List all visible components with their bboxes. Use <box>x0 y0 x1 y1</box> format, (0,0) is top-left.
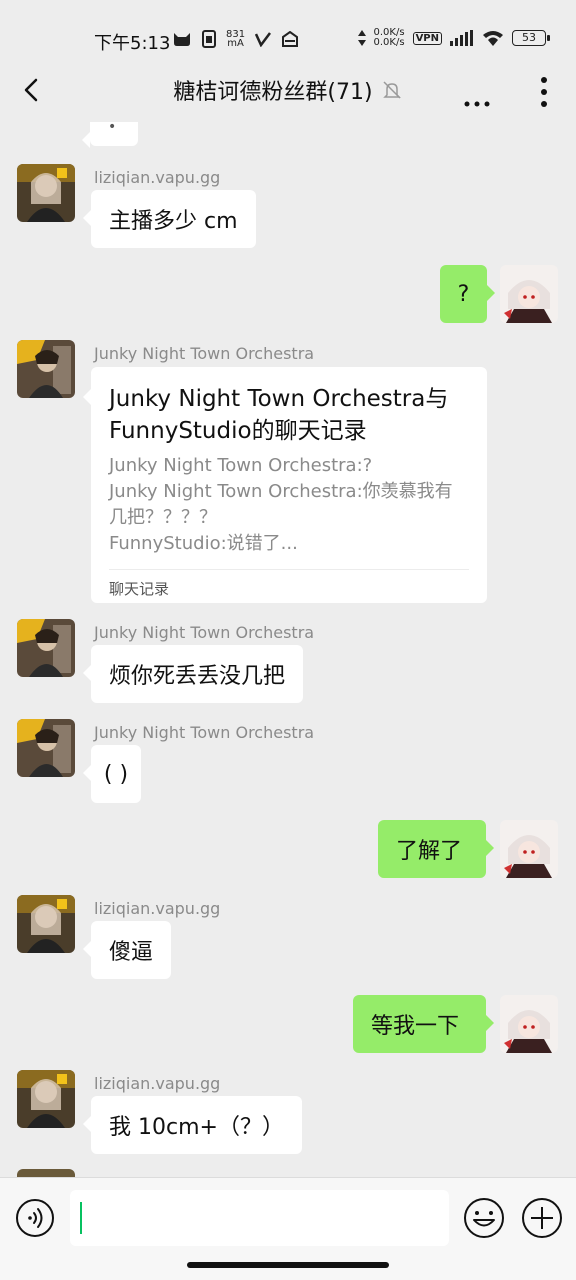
avatar[interactable] <box>17 1070 75 1128</box>
vertical-dots-icon <box>541 77 547 107</box>
message-text: ? <box>457 281 470 307</box>
status-time: 下午5:13 <box>94 33 171 54</box>
sender-name: liziqian.vapu.gg <box>94 1074 221 1093</box>
chat-title-inner: 糖桔诃德粉丝群(71) <box>173 74 402 106</box>
my-avatar[interactable] <box>500 995 558 1053</box>
card-title: Junky Night Town Orchestra与FunnyStudio的聊… <box>109 386 449 444</box>
vpn-badge: VPN <box>412 31 442 45</box>
message-row: 等我一下 <box>0 995 576 1055</box>
message-bubble[interactable]: 主播多少 cm <box>83 190 256 248</box>
message-row: liziqian.vapu.gg 傻逼 <box>0 895 576 985</box>
avatar[interactable] <box>17 619 75 677</box>
self-avatar-icon <box>500 265 558 323</box>
chat-title: 糖桔诃德粉丝群(71) <box>173 80 373 105</box>
avatar[interactable] <box>17 895 75 953</box>
current-indicator: 831 mA <box>226 29 246 49</box>
menu-button[interactable] <box>530 72 560 108</box>
message-row: Junky Night Town Orchestra 烦你死丢丢没几把 <box>0 619 576 709</box>
more-icon <box>464 101 490 107</box>
message-bubble[interactable]: 烦你死丢丢没几把 <box>82 645 304 703</box>
wifi-icon <box>483 31 503 46</box>
message-row: Junky Night Town Orchestra Junky Night T… <box>0 340 576 603</box>
plus-button[interactable] <box>520 1196 564 1240</box>
card-footer: 聊天记录 <box>109 580 170 598</box>
text-cursor <box>80 1202 82 1234</box>
message-bubble[interactable]: 傻逼 <box>82 921 172 979</box>
message-row: 了解了 <box>0 820 576 880</box>
sender-name: liziqian.vapu.gg <box>94 168 221 187</box>
avatar[interactable] <box>17 340 75 398</box>
message-bubble[interactable]: 了解了 <box>378 820 494 878</box>
message-bubble[interactable]: ? <box>440 265 495 323</box>
message-text: 等我一下 <box>371 1014 460 1039</box>
message-row: liziqian.vapu.gg 我 10cm+（？） <box>0 1070 576 1160</box>
message-row: liziqian.vapu.gg 主播多少 cm <box>0 164 576 254</box>
mute-bell-icon <box>382 81 401 99</box>
sim-icon <box>202 30 216 48</box>
avatar[interactable] <box>17 719 75 777</box>
home-indicator[interactable] <box>187 1262 389 1268</box>
message-row: Junky Night Town Orchestra ( ) <box>0 719 576 809</box>
plus-icon <box>522 1198 562 1238</box>
card-preview: Junky Night Town Orchestra:? Junky Night… <box>109 453 469 557</box>
emoji-icon <box>464 1198 504 1238</box>
sender-name: liziqian.vapu.gg <box>94 899 221 918</box>
network-speed: 0.0K/s 0.0K/s <box>374 28 405 48</box>
partial-bubble-mark: • <box>108 122 117 135</box>
message-text: 傻逼 <box>109 940 154 965</box>
user-avatar-icon <box>17 719 75 777</box>
user-avatar-icon <box>17 340 75 398</box>
avatar[interactable] <box>17 164 75 222</box>
chat-history-card[interactable]: Junky Night Town Orchestra与FunnyStudio的聊… <box>83 367 487 603</box>
voice-icon <box>16 1199 54 1237</box>
card-preview-line: Junky Night Town Orchestra:? <box>109 455 373 476</box>
my-avatar[interactable] <box>500 265 558 323</box>
message-input[interactable] <box>70 1190 449 1246</box>
card-preview-line: Junky Night Town Orchestra:你羡慕我有几把？？？？ <box>109 481 453 528</box>
sender-name: Junky Night Town Orchestra <box>94 623 315 642</box>
cat-icon <box>174 33 190 46</box>
message-text: ( ) <box>103 761 129 787</box>
chat-header: 糖桔诃德粉丝群(71) <box>0 58 576 122</box>
message-text: 烦你死丢丢没几把 <box>109 664 286 689</box>
message-bubble[interactable]: 等我一下 <box>353 995 494 1053</box>
status-left-icons: 831 mA <box>172 29 299 49</box>
user-avatar-icon <box>17 1070 75 1128</box>
voice-button[interactable] <box>15 1198 55 1238</box>
message-text: 主播多少 cm <box>109 209 238 234</box>
sender-name: Junky Night Town Orchestra <box>94 723 315 742</box>
arrows-updown-icon <box>357 30 366 46</box>
sender-name: Junky Night Town Orchestra <box>94 344 315 363</box>
card-preview-line: FunnyStudio:说错了... <box>109 533 298 554</box>
message-bubble[interactable]: 我 10cm+（？） <box>83 1096 302 1154</box>
v-check-icon <box>255 32 272 47</box>
message-text: 我 10cm+（？） <box>109 1115 284 1140</box>
message-bubble[interactable]: ( ) <box>83 745 141 803</box>
current-value: 831 <box>226 29 246 40</box>
battery-icon: 53 <box>512 30 550 46</box>
more-button[interactable] <box>460 72 496 108</box>
back-arrow-icon <box>24 78 38 102</box>
user-avatar-icon <box>17 895 75 953</box>
my-avatar[interactable] <box>500 820 558 878</box>
signal-icon <box>450 30 473 46</box>
self-avatar-icon <box>500 820 558 878</box>
message-text: 了解了 <box>396 839 463 864</box>
emoji-button[interactable] <box>462 1196 506 1240</box>
partial-bubble: • <box>82 122 138 148</box>
message-list[interactable]: • liziqian.vapu.gg 主播多少 cm ? Junky Night… <box>0 122 576 1177</box>
user-avatar-icon <box>17 164 75 222</box>
self-avatar-icon <box>500 995 558 1053</box>
user-avatar-icon <box>17 619 75 677</box>
message-row: ? <box>0 265 576 325</box>
app-icon <box>282 31 299 47</box>
back-button[interactable] <box>14 72 50 108</box>
partial-avatar <box>17 1169 75 1177</box>
status-right-icons: 0.0K/s 0.0K/s VPN 53 <box>357 28 550 48</box>
speed-down: 0.0K/s <box>373 37 405 48</box>
